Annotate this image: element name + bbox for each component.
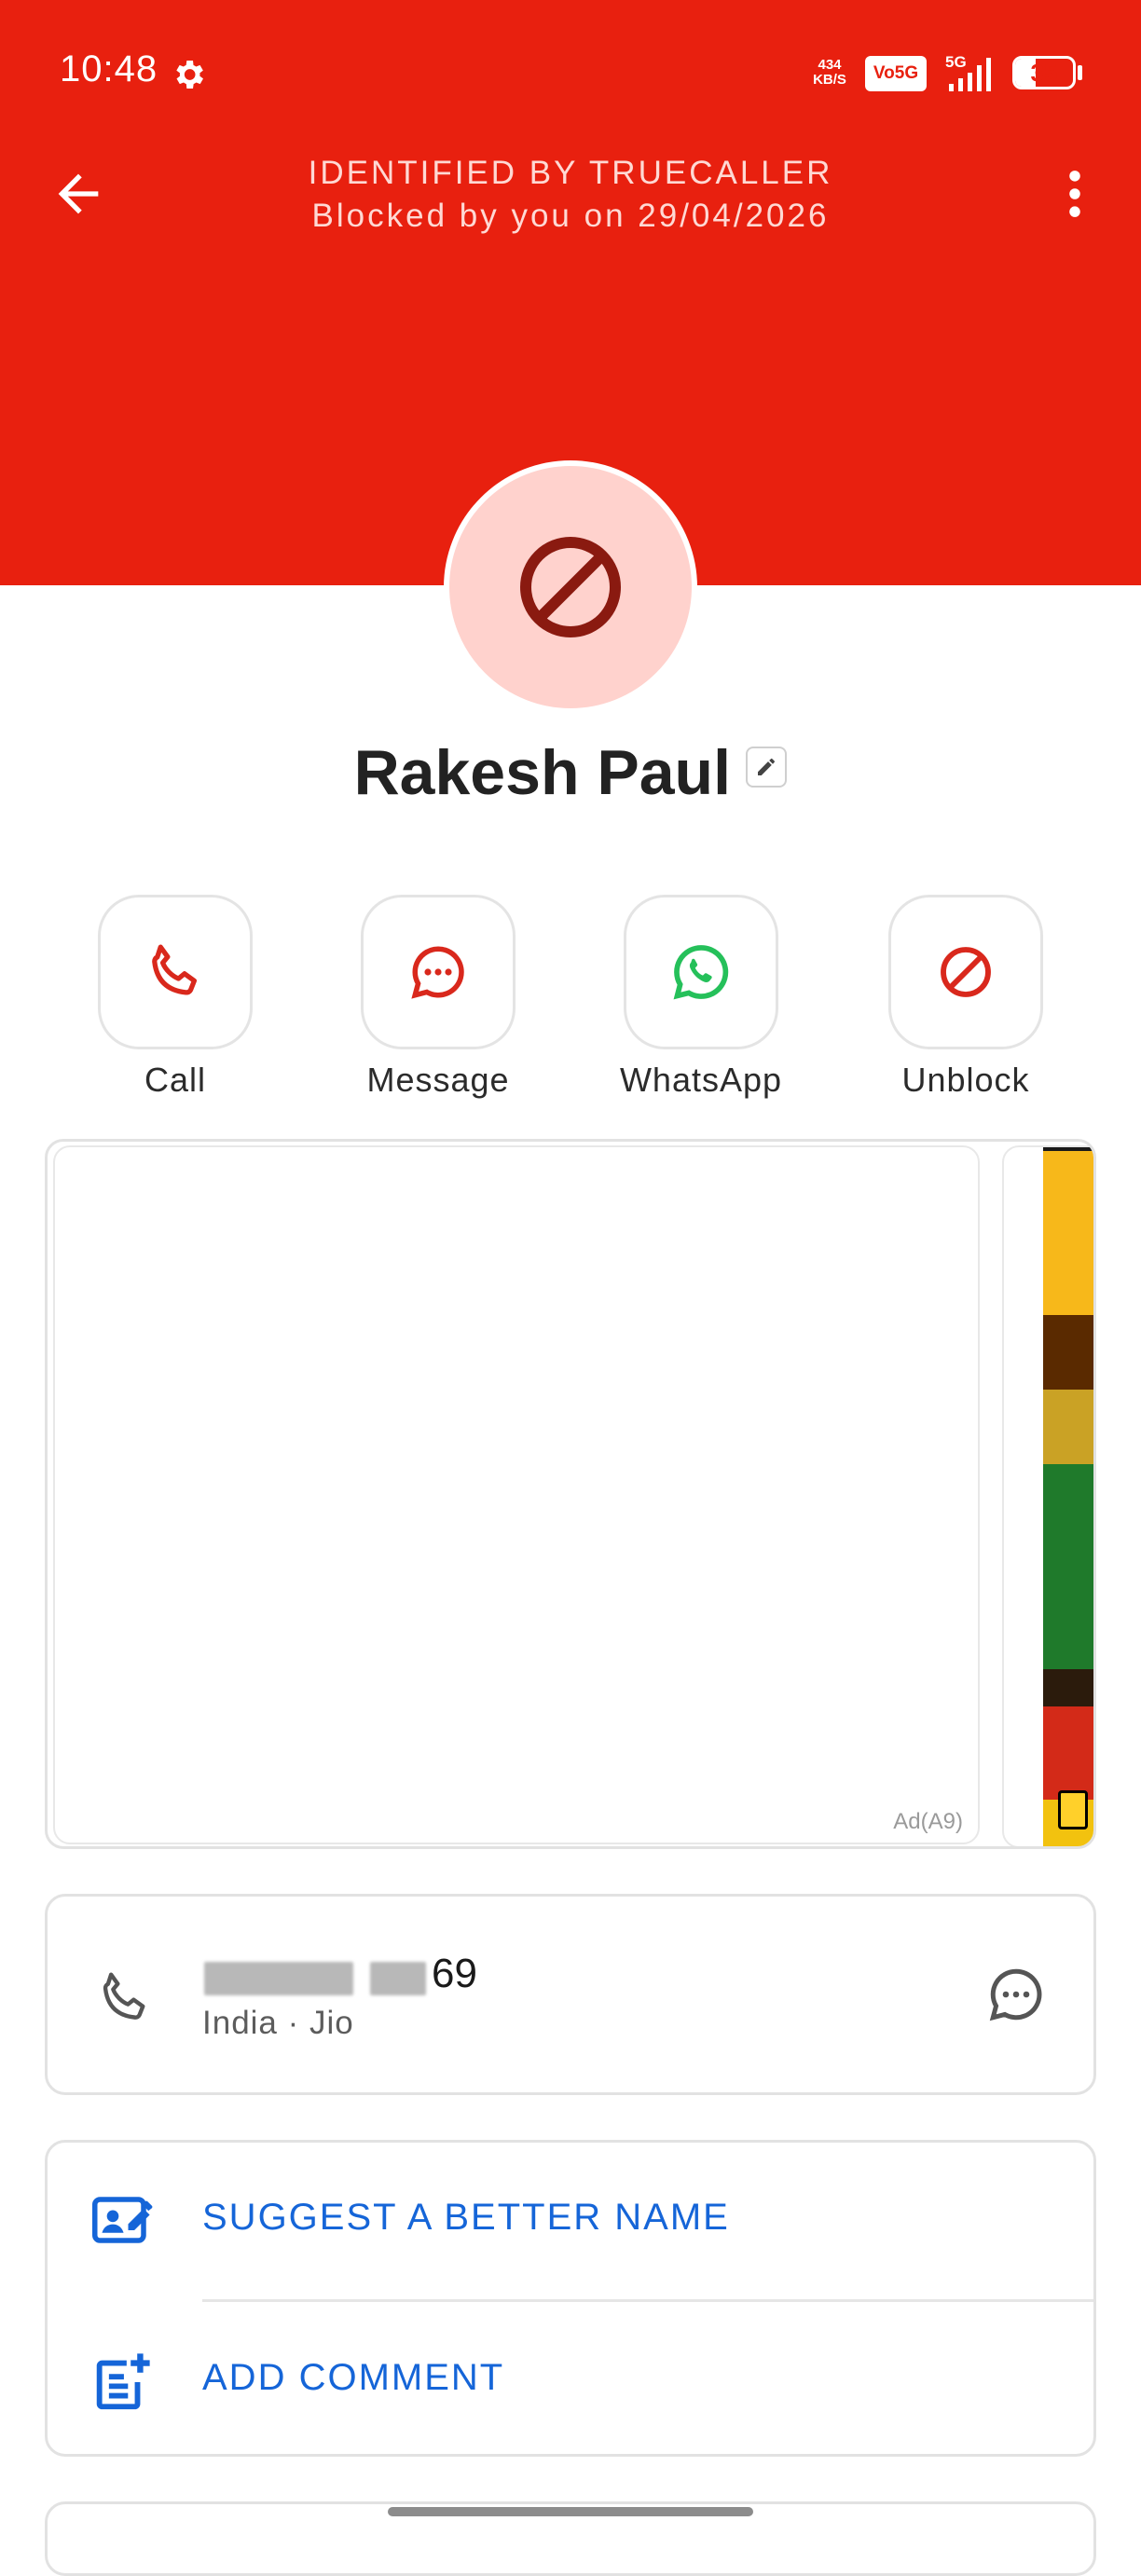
number-details: India · Jio: [202, 2005, 354, 2041]
name-row: Rakesh Paul: [0, 736, 1141, 809]
whatsapp-button[interactable]: [624, 895, 778, 1049]
suggest-name-row[interactable]: SUGGEST A BETTER NAME: [48, 2143, 1093, 2299]
options-card: SUGGEST A BETTER NAME ADD COMMENT: [45, 2140, 1096, 2457]
unblock-label: Unblock: [901, 1061, 1030, 1099]
status-bar: 10:48 434 KB/S Vo5G 5G 35: [0, 0, 1141, 149]
contact-name: Rakesh Paul: [353, 737, 731, 808]
battery-icon: 35: [1012, 56, 1076, 89]
speed-value: 434: [818, 57, 842, 73]
back-arrow-icon[interactable]: [48, 164, 108, 224]
add-comment-row[interactable]: ADD COMMENT: [48, 2303, 1093, 2454]
message-action[interactable]: Message: [336, 895, 541, 1100]
message-icon: [411, 946, 464, 999]
pencil-icon: [758, 758, 776, 775]
message-button[interactable]: [361, 895, 516, 1049]
network-speed: 434 KB/S: [807, 58, 852, 88]
phone-number-card[interactable]: 69 India · Jio: [45, 1894, 1096, 2095]
edit-name-button[interactable]: [746, 747, 788, 788]
add-comment-icon: [96, 2353, 150, 2410]
phone-number-suffix: 69: [432, 1951, 477, 1996]
call-button[interactable]: [98, 895, 253, 1049]
unblock-button[interactable]: [888, 895, 1043, 1049]
ad-card-next[interactable]: [1002, 1145, 1093, 1846]
more-options-icon[interactable]: [1053, 164, 1096, 224]
call-label: Call: [144, 1061, 206, 1099]
add-comment-label: ADD COMMENT: [202, 2357, 505, 2398]
id-card-edit-icon: [92, 2197, 153, 2243]
whatsapp-icon: [673, 945, 729, 1000]
signal-icon: 5G: [945, 53, 991, 91]
phone-icon: [152, 944, 198, 995]
block-icon: [941, 947, 991, 997]
home-indicator[interactable]: [388, 2507, 753, 2516]
network-type: 5G: [945, 53, 967, 71]
whatsapp-label: WhatsApp: [619, 1061, 783, 1099]
ad-image-detail: [1058, 1790, 1088, 1829]
battery-level: 35: [1030, 59, 1058, 87]
message-label: Message: [366, 1061, 510, 1099]
identified-by-label: IDENTIFIED BY TRUECALLER: [308, 155, 833, 191]
redacted-number: [370, 1962, 426, 1995]
battery-tip: [1078, 65, 1082, 80]
block-icon: [520, 537, 621, 637]
speed-unit: KB/S: [813, 72, 846, 88]
call-action[interactable]: Call: [73, 895, 278, 1100]
whatsapp-action[interactable]: WhatsApp: [598, 895, 804, 1100]
ad-carousel[interactable]: Ad(A9): [45, 1139, 1096, 1849]
phone-icon: [103, 1972, 145, 2020]
blocked-date-label: Blocked by you on 29/04/2026: [311, 198, 830, 234]
status-time: 10:48: [60, 48, 158, 89]
suggest-name-label: SUGGEST A BETTER NAME: [202, 2197, 730, 2238]
divider: [202, 2299, 1093, 2302]
avatar: [444, 460, 697, 714]
ad-image: [1043, 1147, 1093, 1846]
unblock-action[interactable]: Unblock: [863, 895, 1068, 1100]
redacted-number: [204, 1962, 353, 1995]
message-icon[interactable]: [985, 1964, 1047, 2025]
vo5g-badge: Vo5G: [865, 56, 927, 91]
ad-label: Ad(A9): [893, 1809, 963, 1834]
ad-card[interactable]: Ad(A9): [53, 1145, 980, 1844]
gear-icon: [176, 61, 203, 89]
